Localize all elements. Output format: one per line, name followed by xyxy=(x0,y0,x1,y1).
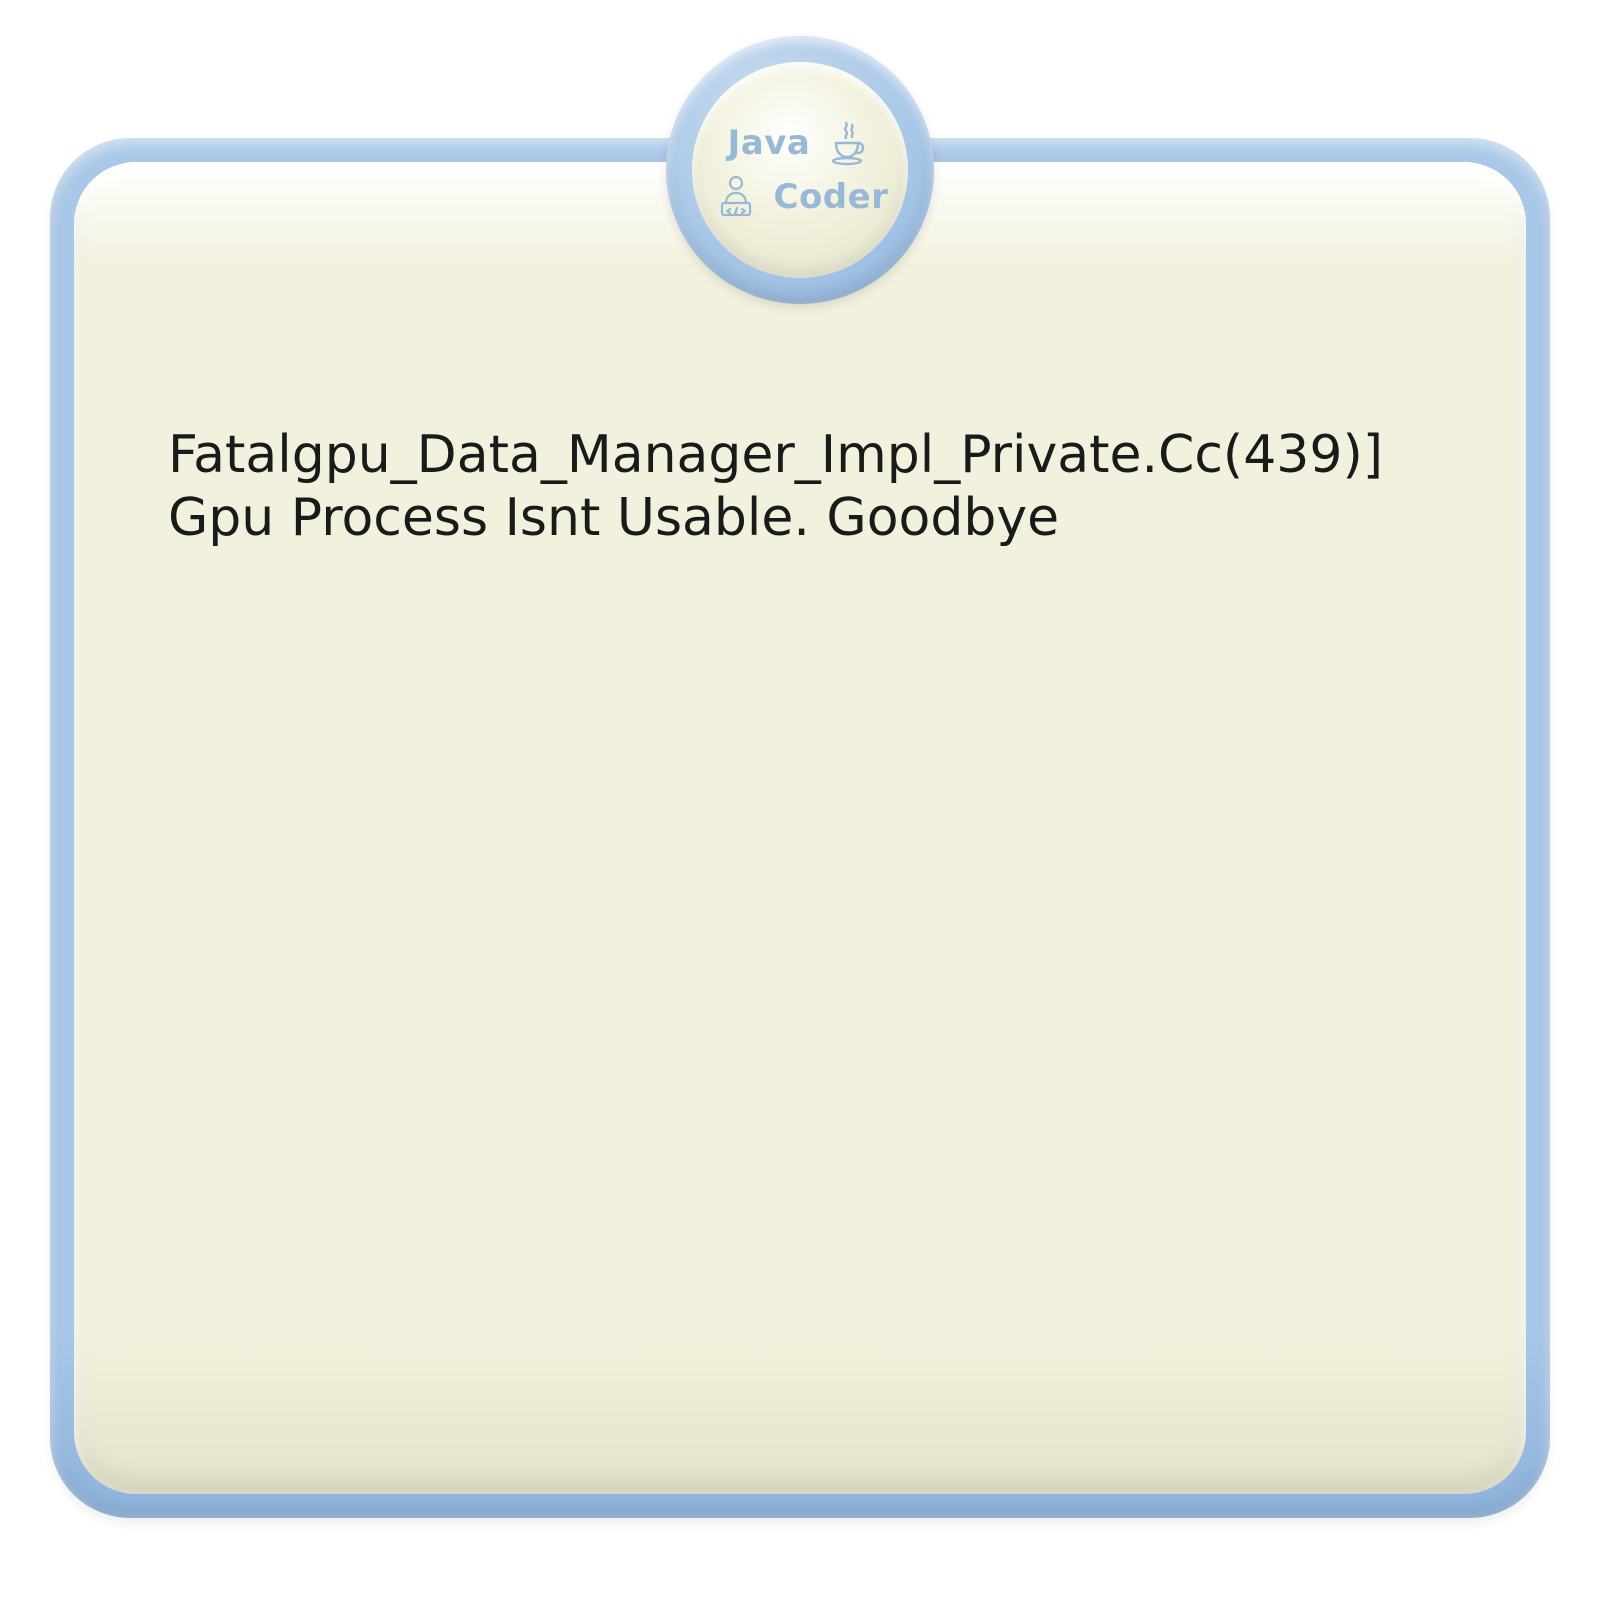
developer-icon xyxy=(712,173,760,221)
card-frame: Fatalgpu_Data_Manager_Impl_Private.Cc(43… xyxy=(50,138,1550,1518)
badge-top-row: Java xyxy=(728,119,873,167)
logo-badge-inner: Java xyxy=(692,62,908,278)
badge-bottom-row: Coder xyxy=(712,173,889,221)
badge-text-coder: Coder xyxy=(774,177,889,217)
error-message-text: Fatalgpu_Data_Manager_Impl_Private.Cc(43… xyxy=(168,424,1432,551)
badge-text-java: Java xyxy=(728,123,811,163)
stage: Fatalgpu_Data_Manager_Impl_Private.Cc(43… xyxy=(0,0,1600,1600)
card-panel: Fatalgpu_Data_Manager_Impl_Private.Cc(43… xyxy=(74,162,1526,1494)
java-cup-icon xyxy=(824,119,872,167)
logo-badge: Java xyxy=(666,36,934,304)
